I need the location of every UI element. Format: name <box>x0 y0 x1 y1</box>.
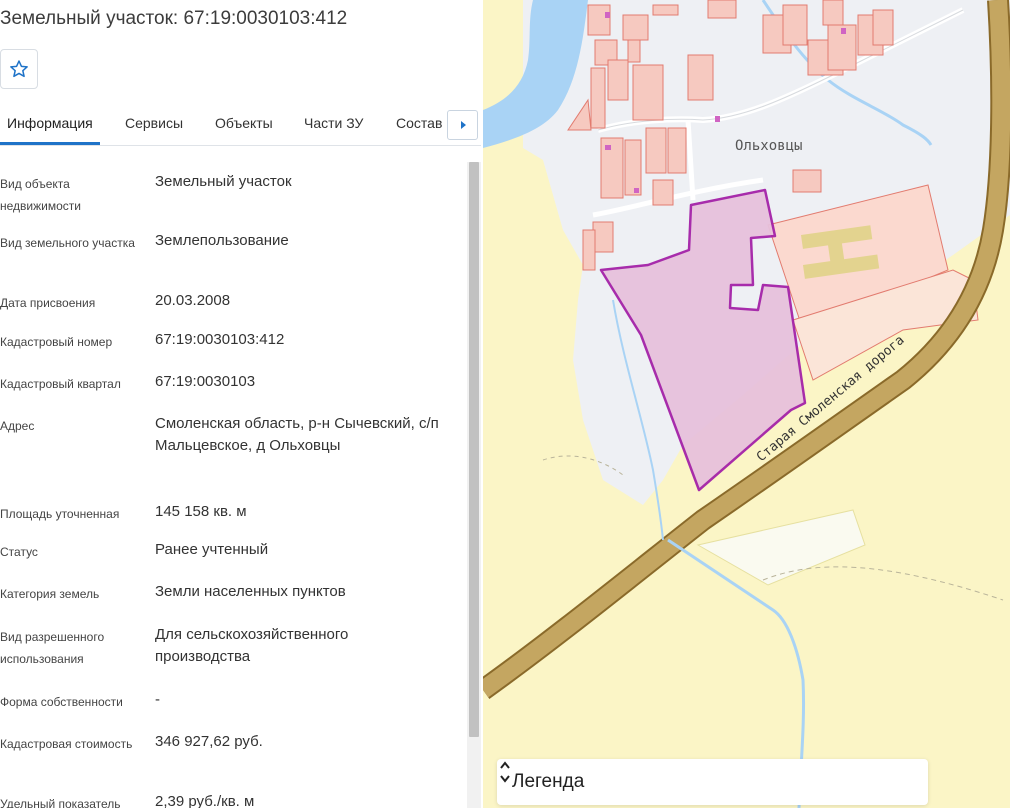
field-value: Смоленская область, р-н Сычевский, с/п М… <box>155 415 439 454</box>
attributes-list: Вид объекта недвижимости Земельный участ… <box>0 160 462 808</box>
field-label: Вид объекта недвижимости <box>0 177 81 213</box>
star-outline-icon <box>10 60 28 78</box>
field-label: Статус <box>0 545 38 559</box>
field-label: Вид земельного участка <box>0 236 135 250</box>
legend-label: Легенда <box>512 771 585 792</box>
field-label: Форма собственности <box>0 695 123 709</box>
field-value: 67:19:0030103 <box>155 373 256 390</box>
tab-info[interactable]: Информация <box>7 115 93 131</box>
caret-right-icon <box>460 121 466 129</box>
field-value: Земельный участок <box>155 173 292 190</box>
field-label: Вид разрешенного использования <box>0 630 105 666</box>
tab-services[interactable]: Сервисы <box>125 115 183 131</box>
field-value: 145 158 кв. м <box>155 503 247 520</box>
field-value: 2,39 руб./кв. м <box>155 793 255 808</box>
page-title: Земельный участок: 67:19:0030103:412 <box>0 8 348 29</box>
tab-objects[interactable]: Объекты <box>215 115 273 131</box>
favorite-button[interactable] <box>0 49 38 89</box>
village-label: Ольховцы <box>735 138 802 154</box>
legend-toggle[interactable]: Легенда <box>497 759 928 805</box>
field-value: Землепользование <box>155 232 289 249</box>
field-label: Кадастровый квартал <box>0 377 121 391</box>
field-value: Ранее учтенный <box>155 541 269 558</box>
field-label: Дата присвоения <box>0 296 96 310</box>
field-value: - <box>155 691 160 708</box>
field-label: Площадь уточненная <box>0 507 120 521</box>
info-panel: Земельный участок: 67:19:0030103:412 Инф… <box>0 0 483 808</box>
field-label: Адрес <box>0 419 35 433</box>
map-canvas[interactable]: Ольховцы Старая Смоленская дорога <box>483 0 1010 808</box>
map-view[interactable]: Ольховцы Старая Смоленская дорога Легенд… <box>483 0 1010 808</box>
field-value: 20.03.2008 <box>155 292 231 309</box>
field-label: Кадастровый номер <box>0 335 113 349</box>
field-value: 346 927,62 руб. <box>155 733 263 750</box>
tab-parts[interactable]: Части ЗУ <box>304 115 363 131</box>
tabs-scroll-right-button[interactable] <box>447 110 478 140</box>
field-value: Земли населенных пунктов <box>155 583 346 600</box>
field-label: Кадастровая стоимость <box>0 737 133 751</box>
field-label: Категория земель <box>0 587 100 601</box>
scrollbar-thumb[interactable] <box>469 162 479 737</box>
active-tab-indicator <box>0 142 100 145</box>
tab-composition[interactable]: Состав <box>396 115 442 131</box>
field-label: Удельный показатель <box>0 797 121 808</box>
chevron-up-down-icon <box>500 761 510 783</box>
tab-bar: Информация Сервисы Объекты Части ЗУ Сост… <box>0 108 481 146</box>
field-value: Для сельскохозяйственного производства <box>155 626 349 665</box>
field-value: 67:19:0030103:412 <box>155 331 285 348</box>
